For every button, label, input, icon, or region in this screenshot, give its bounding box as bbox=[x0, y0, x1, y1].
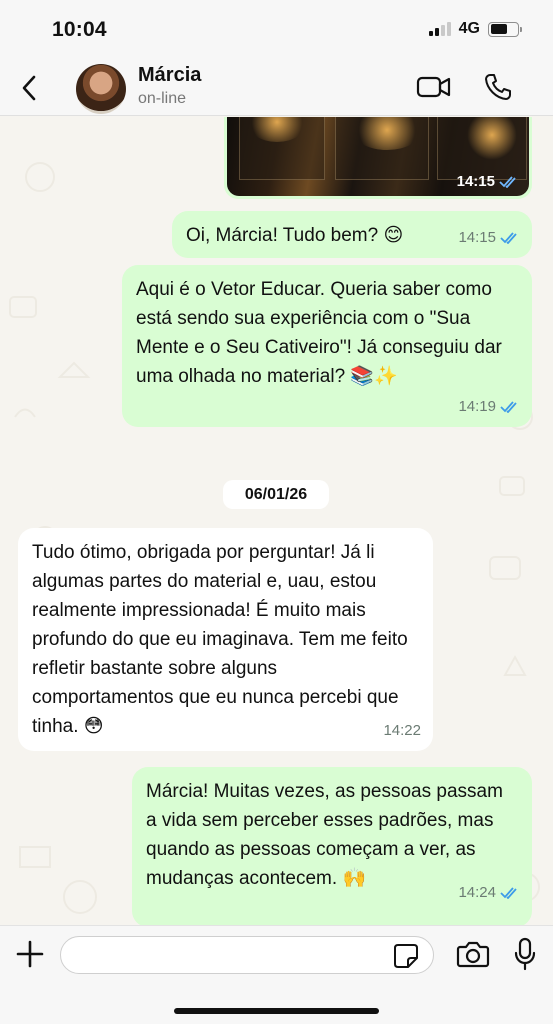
contact-name[interactable]: Márcia bbox=[138, 64, 201, 87]
image-timestamp: 14:15 bbox=[457, 173, 519, 190]
outgoing-message[interactable]: Márcia! Muitas vezes, as pessoas passam … bbox=[132, 767, 532, 925]
outgoing-message[interactable]: Oi, Márcia! Tudo bem? 😊 14:15 bbox=[172, 211, 532, 258]
double-check-icon bbox=[499, 175, 516, 188]
incoming-message[interactable]: Tudo ótimo, obrigada por perguntar! Já l… bbox=[18, 528, 433, 751]
message-meta: 14:19 bbox=[458, 392, 520, 421]
book-cover-image[interactable]: 14:15 bbox=[227, 117, 529, 196]
back-button[interactable] bbox=[14, 72, 44, 104]
message-time: 14:22 bbox=[383, 722, 421, 739]
mic-button[interactable] bbox=[513, 936, 537, 977]
sticker-button[interactable] bbox=[392, 942, 420, 975]
chat-header: Márcia on-line bbox=[0, 60, 553, 116]
status-indicators: 4G bbox=[428, 20, 522, 38]
plus-icon bbox=[16, 940, 44, 968]
message-meta: 14:22 bbox=[383, 716, 421, 745]
home-indicator[interactable] bbox=[174, 1008, 379, 1014]
double-check-icon bbox=[500, 400, 517, 413]
video-call-button[interactable] bbox=[416, 74, 452, 105]
sticker-icon bbox=[394, 944, 418, 968]
message-time: 14:24 bbox=[458, 884, 496, 901]
status-time: 10:04 bbox=[52, 18, 107, 41]
avatar[interactable] bbox=[76, 64, 126, 114]
back-icon bbox=[22, 75, 36, 101]
message-input[interactable] bbox=[60, 936, 434, 974]
message-text: Aqui é o Vetor Educar. Queria saber como… bbox=[136, 279, 502, 387]
message-meta: 14:15 bbox=[458, 223, 520, 252]
chat-area[interactable]: 14:15 Oi, Márcia! Tudo bem? 😊 14:15 Aqui… bbox=[0, 117, 553, 925]
battery-icon bbox=[488, 21, 522, 37]
camera-button[interactable] bbox=[456, 940, 490, 973]
message-time: 14:15 bbox=[458, 229, 496, 246]
message-meta: 14:24 bbox=[458, 878, 520, 907]
image-message[interactable]: 14:15 bbox=[224, 117, 532, 199]
attach-button[interactable] bbox=[14, 938, 46, 975]
camera-icon bbox=[456, 941, 490, 968]
message-text: Márcia! Muitas vezes, as pessoas passam … bbox=[146, 781, 503, 889]
status-bar: 10:04 4G bbox=[0, 0, 553, 60]
message-text: Tudo ótimo, obrigada por perguntar! Já l… bbox=[32, 542, 408, 737]
network-type: 4G bbox=[458, 20, 480, 37]
signal-icon bbox=[428, 22, 451, 36]
double-check-icon bbox=[500, 231, 517, 244]
outgoing-message[interactable]: Aqui é o Vetor Educar. Queria saber como… bbox=[122, 265, 532, 427]
contact-status: on-line bbox=[138, 90, 187, 107]
voice-call-button[interactable] bbox=[483, 72, 513, 107]
message-text: Oi, Márcia! Tudo bem? 😊 bbox=[186, 225, 404, 246]
message-time: 14:19 bbox=[458, 398, 496, 415]
phone-icon bbox=[485, 74, 511, 100]
double-check-icon bbox=[500, 886, 517, 899]
input-bar bbox=[0, 925, 553, 1024]
video-call-icon bbox=[416, 76, 451, 98]
date-divider: 06/01/26 bbox=[223, 480, 329, 509]
mic-icon bbox=[514, 937, 536, 971]
